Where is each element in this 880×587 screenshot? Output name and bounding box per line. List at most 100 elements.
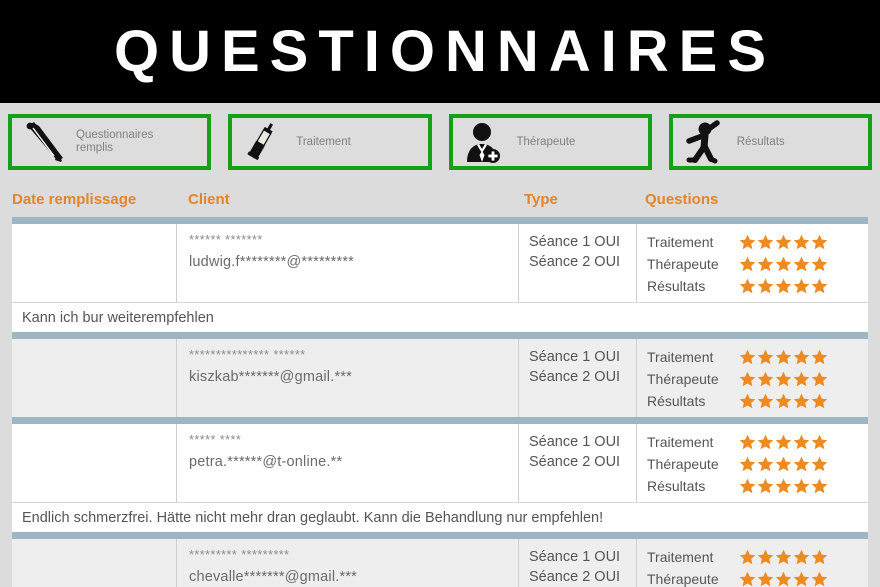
tab-bar: Questionnaires remplis Traitement Thérapeu…: [0, 103, 880, 181]
type-line: Séance 2 OUI: [529, 569, 621, 585]
row-separator: [12, 417, 868, 424]
star-icon: [811, 434, 828, 450]
star-icon: [793, 371, 810, 387]
rating-label: Résultats: [647, 278, 706, 294]
rating-label: Thérapeute: [647, 571, 719, 587]
column-header-client: Client: [188, 191, 230, 208]
star-icon: [739, 393, 756, 409]
table-row[interactable]: ****** ******* ludwig.f********@*********…: [12, 224, 868, 302]
star-icon: [811, 456, 828, 472]
jumping-person-icon: [677, 118, 731, 166]
type-line: Séance 2 OUI: [529, 454, 621, 470]
tab-2[interactable]: Traitement: [228, 114, 432, 170]
tab-4[interactable]: Résultats: [668, 114, 872, 170]
star-icon: [757, 371, 774, 387]
rating-label: Résultats: [647, 393, 706, 409]
star-icon: [775, 349, 792, 365]
star-icon: [793, 549, 810, 565]
star-icon: [775, 256, 792, 272]
rating-group: Traitement Thérapeute Résultats: [647, 432, 868, 496]
cell-questions: Traitement Thérapeute Résultats: [636, 424, 868, 502]
rating-label: Traitement: [647, 234, 714, 250]
star-icon: [811, 278, 828, 294]
star-rating: [739, 393, 828, 409]
rating-row: Traitement: [647, 547, 868, 567]
rating-row: Traitement: [647, 432, 868, 452]
star-icon: [757, 571, 774, 587]
cell-type: Séance 1 OUI Séance 2 OUI: [518, 424, 636, 502]
star-icon: [775, 234, 792, 250]
star-icon: [775, 278, 792, 294]
client-name: ********* *********: [189, 548, 290, 562]
tab-3[interactable]: Thérapeute: [448, 114, 652, 170]
table-column-headers: Date remplissage Client Type Questions: [0, 181, 880, 217]
star-icon: [811, 478, 828, 494]
star-icon: [757, 256, 774, 272]
star-icon: [757, 349, 774, 365]
star-icon: [793, 434, 810, 450]
client-name: ***** ****: [189, 433, 242, 447]
star-icon: [811, 371, 828, 387]
star-icon: [757, 278, 774, 294]
rating-label: Thérapeute: [647, 256, 719, 272]
tab-label: Traitement: [296, 135, 351, 148]
syringe-icon: [236, 118, 290, 166]
star-icon: [811, 349, 828, 365]
client-email: kiszkab*******@gmail.***: [189, 369, 352, 385]
pen-icon: [16, 118, 70, 166]
rating-group: Traitement Thérapeute Résultats: [647, 347, 868, 411]
star-icon: [811, 571, 828, 587]
star-icon: [739, 234, 756, 250]
rating-row: Traitement: [647, 347, 868, 367]
cell-date: [12, 224, 176, 302]
tab-1[interactable]: Questionnaires remplis: [8, 114, 212, 170]
table-row[interactable]: ********* ********* chevalle*******@gmail…: [12, 539, 868, 587]
star-rating: [739, 234, 828, 250]
rating-label: Thérapeute: [647, 371, 719, 387]
type-line: Séance 1 OUI: [529, 549, 621, 565]
table-row[interactable]: *************** ****** kiszkab*******@gma…: [12, 339, 868, 417]
star-icon: [757, 434, 774, 450]
row-separator: [12, 332, 868, 339]
rating-row: Résultats: [647, 391, 868, 411]
cell-questions: TraitementThérapeuteRésultats: [636, 539, 868, 587]
page-banner: QUESTIONNAIRES: [0, 0, 880, 103]
column-header-questions: Questions: [645, 191, 719, 208]
client-email: petra.******@t-online.**: [189, 454, 343, 470]
star-icon: [775, 571, 792, 587]
rating-row: Thérapeute: [647, 454, 868, 474]
type-line: Séance 2 OUI: [529, 369, 621, 385]
type-line: Séance 2 OUI: [529, 254, 621, 270]
row-separator: [12, 532, 868, 539]
star-rating: [739, 571, 828, 587]
star-icon: [775, 456, 792, 472]
rating-label: Résultats: [647, 478, 706, 494]
rating-label: Traitement: [647, 349, 714, 365]
star-icon: [793, 478, 810, 494]
star-icon: [775, 434, 792, 450]
cell-date: [12, 539, 176, 587]
star-icon: [811, 549, 828, 565]
rating-label: Thérapeute: [647, 456, 719, 472]
therapist-icon: [457, 118, 511, 166]
star-icon: [811, 234, 828, 250]
star-icon: [793, 256, 810, 272]
star-icon: [775, 393, 792, 409]
star-icon: [739, 371, 756, 387]
rating-row: Résultats: [647, 276, 868, 296]
cell-client: ****** ******* ludwig.f********@*********: [176, 224, 518, 302]
star-icon: [775, 371, 792, 387]
star-icon: [739, 478, 756, 494]
star-rating: [739, 456, 828, 472]
column-header-date: Date remplissage: [12, 191, 137, 208]
row-separator: [12, 217, 868, 224]
cell-type: Séance 1 OUI Séance 2 OUI: [518, 539, 636, 587]
type-line: Séance 1 OUI: [529, 434, 621, 450]
star-rating: [739, 478, 828, 494]
star-icon: [739, 571, 756, 587]
star-icon: [739, 278, 756, 294]
star-icon: [775, 478, 792, 494]
rating-group: TraitementThérapeuteRésultats: [647, 547, 868, 587]
table-row[interactable]: ***** **** petra.******@t-online.** Séance…: [12, 424, 868, 502]
star-rating: [739, 349, 828, 365]
